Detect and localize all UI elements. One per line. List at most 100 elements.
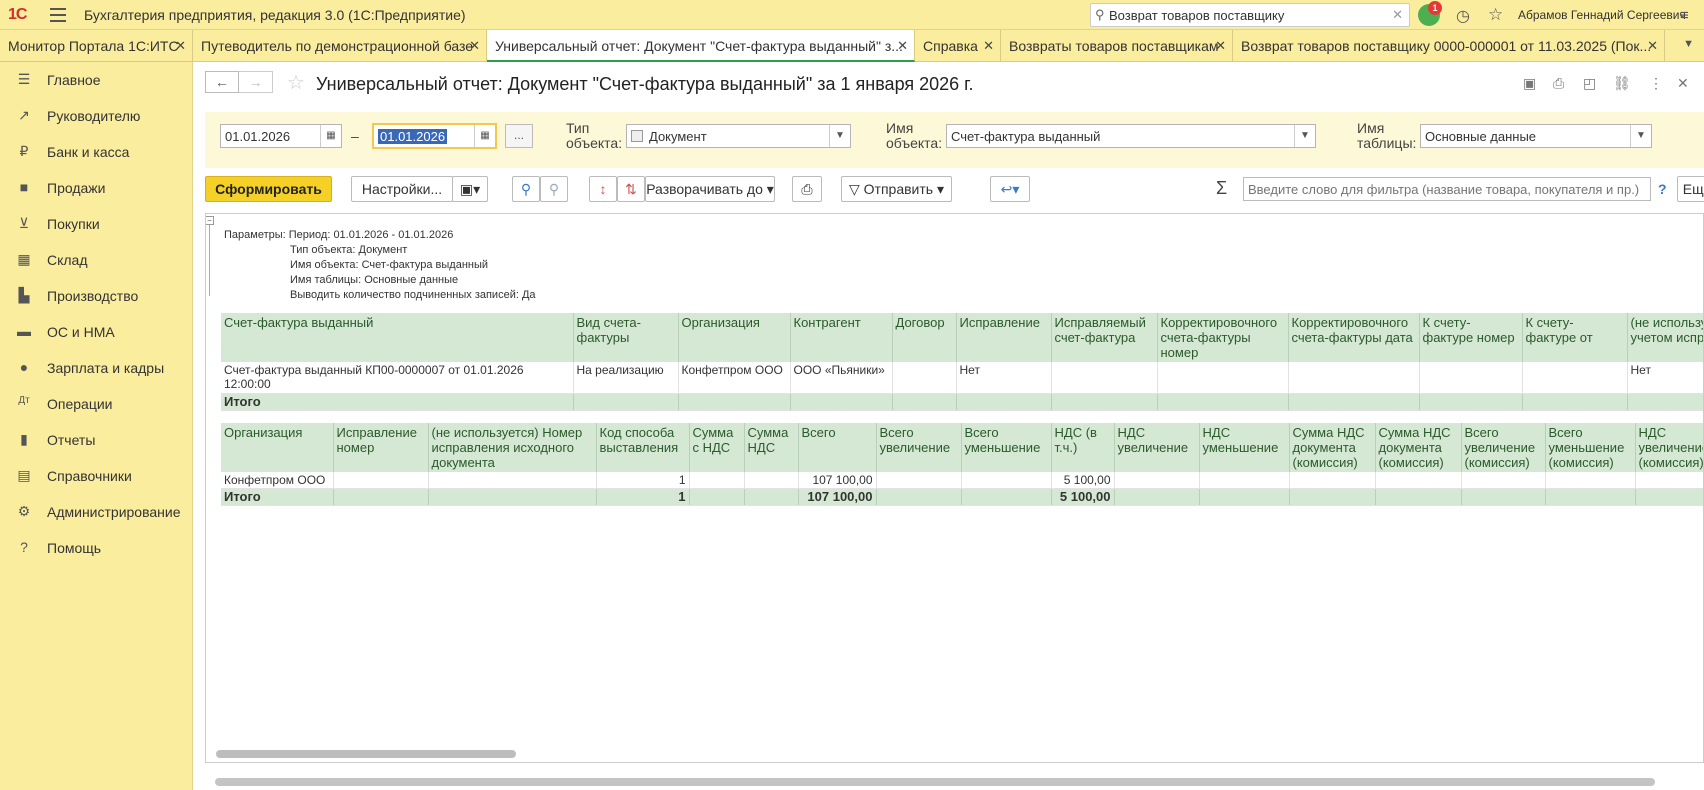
chevron-down-icon[interactable]: ▼ — [1294, 125, 1315, 147]
sidebar-item-bank[interactable]: ₽ Банк и касса — [0, 134, 193, 170]
sidebar-item-reports[interactable]: ▮ Отчеты — [0, 422, 193, 458]
table-cell[interactable] — [1545, 472, 1636, 489]
filter-input[interactable] — [1244, 178, 1650, 200]
close-icon[interactable]: ✕ — [983, 38, 994, 54]
sidebar-item-production[interactable]: ▙ Производство — [0, 278, 193, 314]
table-cell[interactable] — [1375, 472, 1462, 489]
print-button[interactable]: ⎙ — [792, 176, 822, 202]
close-icon[interactable]: ✕ — [1677, 75, 1689, 92]
table-cell[interactable] — [1199, 472, 1290, 489]
sidebar-item-help[interactable]: ? Помощь — [0, 530, 193, 566]
table-cell[interactable]: 107 100,00 — [798, 472, 877, 489]
filter-field[interactable] — [1243, 177, 1651, 201]
variants-button[interactable]: ▣▾ — [452, 176, 488, 202]
expand-to-dropdown[interactable]: Разворачивать до ▾ — [645, 176, 775, 202]
forward-button[interactable]: → — [239, 71, 273, 93]
find-button[interactable]: ⚲ — [512, 176, 540, 202]
date-to-field[interactable]: 01.01.2026 ▦ — [372, 123, 497, 149]
generate-button[interactable]: Сформировать — [205, 176, 332, 202]
period-select-button[interactable]: ... — [505, 124, 533, 148]
user-name[interactable]: Абрамов Геннадий Сергеевич — [1518, 8, 1686, 22]
table-cell[interactable]: Нет — [956, 362, 1052, 394]
table-cell[interactable] — [1522, 362, 1628, 394]
table-cell[interactable]: Счет-фактура выданный КП00-0000007 от 01… — [221, 362, 574, 394]
table-cell[interactable] — [1635, 472, 1703, 489]
tabs-more-icon[interactable]: ▼ — [1683, 38, 1694, 50]
chevron-down-icon[interactable]: ▼ — [1630, 125, 1651, 147]
expand-button[interactable]: ⇅ — [617, 176, 645, 202]
page-horizontal-scrollbar[interactable] — [215, 778, 1695, 786]
tab-help[interactable]: Справка ✕ — [915, 30, 1001, 62]
sidebar-item-main[interactable]: ☰ Главное — [0, 62, 193, 98]
table-cell[interactable] — [333, 472, 429, 489]
global-search-input[interactable] — [1109, 6, 1379, 24]
close-icon[interactable]: ✕ — [897, 38, 908, 54]
find-next-button[interactable]: ⚲ — [540, 176, 568, 202]
table-cell[interactable] — [1114, 472, 1200, 489]
object-type-select[interactable]: Документ ▼ — [626, 124, 851, 148]
sidebar-item-purchases[interactable]: ⊻ Покупки — [0, 206, 193, 242]
sidebar-item-assets[interactable]: ▬ ОС и НМА — [0, 314, 193, 350]
scrollbar-thumb[interactable] — [215, 778, 1655, 786]
table-cell[interactable] — [1288, 362, 1420, 394]
favorite-star-icon[interactable]: ☆ — [287, 70, 305, 95]
tab-supplier-return-doc[interactable]: Возврат товаров поставщику 0000-000001 о… — [1233, 30, 1665, 62]
table-cell[interactable] — [876, 472, 962, 489]
sidebar-item-catalogs[interactable]: ▤ Справочники — [0, 458, 193, 494]
settings-button[interactable]: Настройки... — [351, 176, 453, 202]
tab-portal-monitor[interactable]: Монитор Портала 1С:ИТС ✕ — [0, 30, 193, 62]
notifications-icon[interactable]: 1 — [1418, 1, 1442, 26]
table-cell[interactable]: На реализацию — [573, 362, 679, 394]
more-button[interactable]: Еще — [1677, 176, 1704, 202]
table-name-select[interactable]: Основные данные ▼ — [1420, 124, 1652, 148]
table-cell[interactable] — [1419, 362, 1523, 394]
tab-universal-report[interactable]: Универсальный отчет: Документ "Счет-факт… — [487, 30, 915, 62]
table-cell[interactable] — [744, 472, 799, 489]
global-search[interactable]: ⚲ ✕ — [1090, 3, 1410, 27]
clear-search-icon[interactable]: ✕ — [1392, 7, 1403, 23]
tab-guide[interactable]: Путеводитель по демонстрационной базе ✕ — [193, 30, 487, 62]
goto-button[interactable]: ↩▾ — [990, 176, 1030, 202]
table-cell[interactable] — [689, 472, 745, 489]
more-actions-icon[interactable]: ⋮ — [1649, 75, 1663, 92]
system-menu-icon[interactable]: ≡ — [1680, 7, 1689, 24]
table-cell[interactable] — [1289, 472, 1376, 489]
help-icon[interactable]: ? — [1658, 181, 1667, 197]
app-logo[interactable]: 1С — [8, 6, 27, 24]
sidebar-item-warehouse[interactable]: ▦ Склад — [0, 242, 193, 278]
preview-icon[interactable]: ◰ — [1583, 75, 1596, 92]
object-name-select[interactable]: Счет-фактура выданный ▼ — [946, 124, 1316, 148]
calendar-icon[interactable]: ▦ — [474, 125, 495, 147]
link-icon[interactable]: ⛓ — [1613, 75, 1631, 92]
table-cell[interactable]: Конфетпром ООО — [678, 362, 791, 394]
table-cell[interactable] — [1461, 472, 1546, 489]
calendar-icon[interactable]: ▦ — [320, 125, 341, 147]
sidebar-item-sales[interactable]: ■ Продажи — [0, 170, 193, 206]
collapse-button[interactable]: ↕ — [589, 176, 617, 202]
close-icon[interactable]: ✕ — [175, 38, 186, 54]
main-menu-icon[interactable] — [50, 8, 66, 22]
collapse-group-icon[interactable]: − — [206, 216, 214, 225]
chevron-down-icon[interactable]: ▼ — [829, 125, 850, 147]
table-cell[interactable]: Конфетпром ООО — [221, 472, 334, 489]
print-icon[interactable]: ⎙ — [1553, 75, 1564, 92]
table-row[interactable]: Конфетпром ООО 1 107 100,00 5 100,00 — [221, 472, 1703, 489]
close-icon[interactable]: ✕ — [1215, 38, 1226, 54]
back-button[interactable]: ← — [205, 71, 239, 93]
table-cell[interactable] — [961, 472, 1052, 489]
sidebar-item-operations[interactable]: Дт Операции — [0, 386, 193, 422]
table-cell[interactable]: 5 100,00 — [1051, 472, 1115, 489]
table-cell[interactable] — [1157, 362, 1289, 394]
table-cell[interactable] — [892, 362, 957, 394]
sidebar-item-salary[interactable]: ● Зарплата и кадры — [0, 350, 193, 386]
table-cell[interactable]: ООО «Пьяники» — [790, 362, 893, 394]
close-icon[interactable]: ✕ — [1647, 38, 1658, 54]
table-cell[interactable] — [428, 472, 597, 489]
tab-supplier-returns[interactable]: Возвраты товаров поставщикам ✕ — [1001, 30, 1233, 62]
sidebar-item-admin[interactable]: ⚙ Администрирование — [0, 494, 193, 530]
scrollbar-thumb[interactable] — [216, 750, 516, 758]
table-cell[interactable] — [1051, 362, 1158, 394]
sidebar-item-manager[interactable]: ↗ Руководителю — [0, 98, 193, 134]
send-button[interactable]: ▽ Отправить ▾ — [841, 176, 952, 202]
table-cell[interactable]: 1 — [596, 472, 690, 489]
